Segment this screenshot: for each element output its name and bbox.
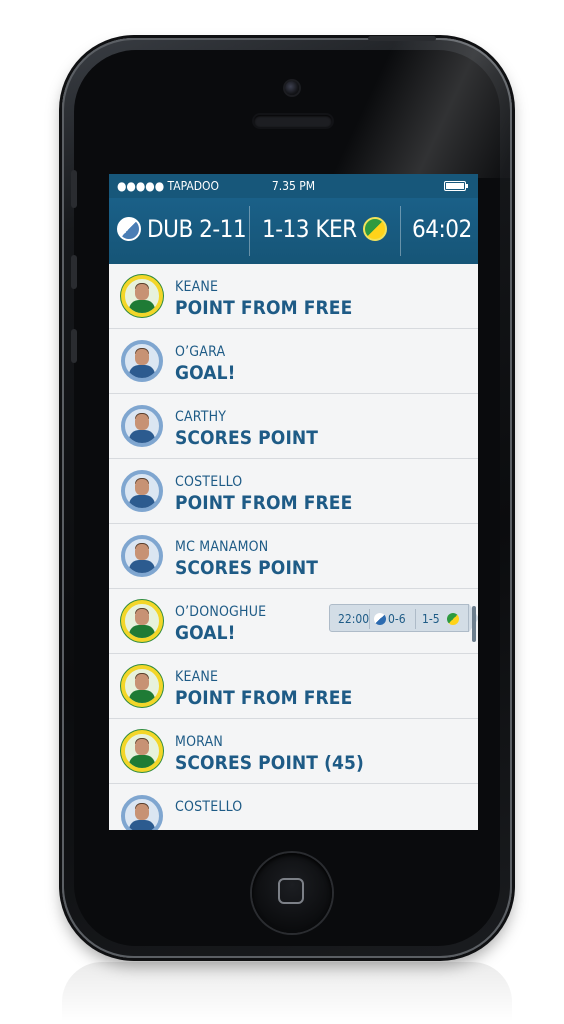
player-avatar (121, 730, 163, 772)
event-label: SCORES POINT (175, 557, 319, 579)
earpiece-speaker (254, 115, 332, 127)
popup-divider (415, 609, 416, 629)
feed-item[interactable]: MORAN SCORES POINT (45) (109, 719, 478, 784)
player-name: O’DONOGHUE (175, 604, 267, 620)
event-label: POINT FROM FREE (175, 297, 353, 319)
dublin-crest-icon (117, 217, 141, 241)
status-bar: ●●●●● TAPADOO 7.35 PM (109, 174, 478, 198)
feed-item[interactable]: O’DONOGHUE GOAL! 22:00 0-6 1-5 (109, 589, 478, 654)
app-screen: ●●●●● TAPADOO 7.35 PM DUB 2-11 1-13 KER … (109, 174, 478, 830)
silent-switch (71, 170, 77, 208)
player-name: COSTELLO (175, 474, 243, 490)
player-avatar (121, 340, 163, 382)
player-name: KEANE (175, 279, 219, 295)
event-label: GOAL! (175, 362, 236, 384)
popup-away-score: 1-5 (422, 612, 440, 626)
event-feed[interactable]: KEANE POINT FROM FREE O’GARA GOAL! CARTH… (109, 264, 478, 830)
feed-item[interactable]: COSTELLO (109, 784, 478, 830)
player-name: MC MANAMON (175, 539, 269, 555)
player-avatar (121, 795, 163, 830)
phone-reflection (62, 962, 512, 1022)
away-score: 1-13 KER (262, 215, 357, 243)
scrollbar[interactable] (472, 606, 476, 642)
player-avatar (121, 600, 163, 642)
phone-glare (302, 38, 512, 178)
player-avatar (121, 405, 163, 447)
clock-divider (400, 206, 401, 256)
event-label: SCORES POINT (45) (175, 752, 364, 774)
match-clock: 64:02 (412, 215, 472, 243)
player-avatar (121, 470, 163, 512)
volume-down-button (71, 329, 77, 363)
feed-item[interactable]: COSTELLO POINT FROM FREE (109, 459, 478, 524)
player-name: CARTHY (175, 409, 227, 425)
player-name: COSTELLO (175, 799, 243, 815)
event-label: POINT FROM FREE (175, 687, 353, 709)
kerry-crest-icon (363, 217, 387, 241)
feed-item[interactable]: CARTHY SCORES POINT (109, 394, 478, 459)
volume-up-button (71, 255, 77, 289)
player-avatar (121, 275, 163, 317)
popup-home-score: 0-6 (388, 612, 406, 626)
score-at-time-popup: 22:00 0-6 1-5 (329, 604, 478, 632)
player-name: MORAN (175, 734, 223, 750)
feed-item[interactable]: KEANE POINT FROM FREE (109, 264, 478, 329)
feed-item[interactable]: O’GARA GOAL! (109, 329, 478, 394)
player-name: O’GARA (175, 344, 226, 360)
home-score: DUB 2-11 (147, 215, 247, 243)
dublin-crest-icon (374, 613, 386, 625)
popup-time: 22:00 (338, 612, 370, 626)
popup-divider (369, 609, 370, 629)
home-button-icon (278, 878, 304, 904)
feed-item[interactable]: MC MANAMON SCORES POINT (109, 524, 478, 589)
sleep-button (368, 36, 436, 41)
player-avatar (121, 535, 163, 577)
scoreboard[interactable]: DUB 2-11 1-13 KER 64:02 (109, 198, 478, 289)
player-avatar (121, 665, 163, 707)
player-name: KEANE (175, 669, 219, 685)
front-camera (285, 81, 299, 95)
event-label: SCORES POINT (175, 427, 319, 449)
score-divider (249, 206, 250, 256)
status-time: 7.35 PM (271, 179, 316, 193)
kerry-crest-icon (447, 613, 459, 625)
battery-icon (444, 181, 468, 191)
event-label: POINT FROM FREE (175, 492, 353, 514)
event-label: GOAL! (175, 622, 236, 644)
feed-item[interactable]: KEANE POINT FROM FREE (109, 654, 478, 719)
